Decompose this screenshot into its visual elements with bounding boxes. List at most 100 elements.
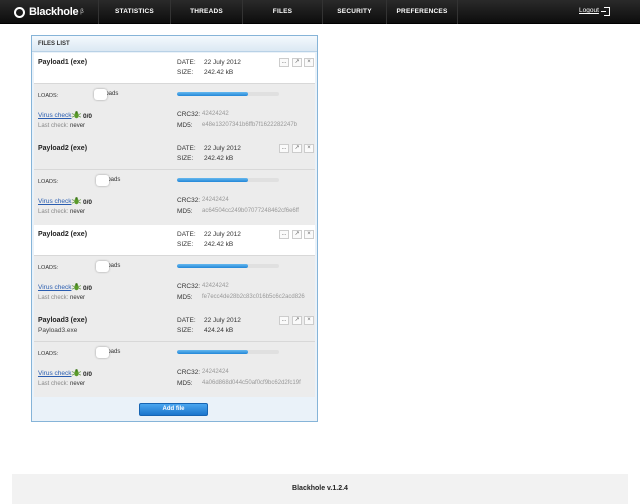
- delete-button[interactable]: ×: [304, 316, 314, 325]
- virus-bug-icon: [72, 283, 81, 291]
- virus-count: 0/0: [83, 113, 93, 120]
- md5-label: MD5:: [177, 208, 193, 215]
- delete-button[interactable]: ×: [304, 58, 314, 67]
- file-details: LOADS: loads Virus check 0/0 Last check: nev…: [34, 342, 315, 397]
- md5-value: fe7ecc4de28b2c83c016b5c6c2acd826: [202, 294, 305, 300]
- more-button[interactable]: ...: [279, 144, 289, 153]
- file-name: Payload3 (exe): [38, 317, 88, 324]
- file-entry: Payload3 (exe) Payload3.exe DATE: 22 July 2…: [34, 311, 315, 397]
- md5-label: MD5:: [177, 294, 193, 301]
- edit-button[interactable]: ↗: [292, 230, 302, 239]
- file-date: 22 July 2012: [204, 231, 241, 238]
- loads-label: LOADS:: [38, 93, 59, 99]
- virus-count: 0/0: [83, 285, 93, 292]
- file-header: Payload2 (exe) DATE: 22 July 2012 SIZE: 242.…: [34, 139, 315, 170]
- last-check-label: Last check:: [38, 209, 69, 215]
- loads-progress-bar: [177, 178, 279, 182]
- more-button[interactable]: ...: [279, 230, 289, 239]
- loads-progress-bar: [177, 350, 279, 354]
- crc-label: CRC32:: [177, 197, 201, 204]
- logout-link[interactable]: Logout: [579, 7, 599, 14]
- blackhole-ring-icon: [14, 6, 25, 18]
- logout-icon[interactable]: [601, 7, 610, 16]
- virus-bug-icon: [72, 111, 81, 119]
- toggle-knob[interactable]: [96, 175, 109, 186]
- logo[interactable]: Blackhole β: [14, 4, 84, 20]
- crc-label: CRC32:: [177, 369, 201, 376]
- last-check-label: Last check:: [38, 123, 69, 129]
- toggle-knob[interactable]: [96, 261, 109, 272]
- file-header: Payload1 (exe) DATE: 22 July 2012 SIZE: 242.…: [34, 53, 315, 84]
- crc-value: 24242424: [202, 197, 229, 203]
- delete-button[interactable]: ×: [304, 144, 314, 153]
- crc-label: CRC32:: [177, 111, 201, 118]
- loads-progress-fill: [177, 350, 249, 354]
- logo-text: Blackhole: [29, 6, 79, 18]
- add-file-button[interactable]: Add file: [139, 403, 208, 416]
- date-label: DATE:: [177, 59, 196, 66]
- virus-check-link[interactable]: Virus check: [38, 370, 71, 377]
- virus-check-link[interactable]: Virus check: [38, 284, 71, 291]
- file-name: Payload2 (exe): [38, 145, 88, 152]
- nav-security[interactable]: SECURITY: [322, 0, 386, 24]
- file-size: 242.42 kB: [204, 69, 234, 76]
- file-filename: Payload3.exe: [38, 327, 78, 334]
- toggle-knob[interactable]: [96, 347, 109, 358]
- loads-toggle[interactable]: loads: [94, 89, 126, 100]
- last-check: Last check: never: [38, 123, 85, 129]
- delete-button[interactable]: ×: [304, 230, 314, 239]
- loads-progress-fill: [177, 178, 249, 182]
- toggle-knob[interactable]: [94, 89, 107, 100]
- file-entry: Payload1 (exe) DATE: 22 July 2012 SIZE: 242.…: [34, 53, 315, 139]
- file-name: Payload1 (exe): [38, 59, 88, 66]
- md5-value: 4a06d868d044c50af0cf9bc62d2fc19f: [202, 380, 301, 386]
- virus-bug-icon: [72, 197, 81, 205]
- files-list-panel: FILES LIST Payload1 (exe) DATE: 22 July 20…: [31, 35, 318, 422]
- date-label: DATE:: [177, 231, 196, 238]
- more-button[interactable]: ...: [279, 58, 289, 67]
- size-label: SIZE:: [177, 69, 194, 76]
- loads-toggle[interactable]: loads: [96, 347, 128, 358]
- edit-button[interactable]: ↗: [292, 58, 302, 67]
- nav-files[interactable]: FILES: [242, 0, 322, 24]
- crc-value: 42424242: [202, 111, 229, 117]
- crc-value: 42424242: [202, 283, 229, 289]
- main-nav: STATISTICS THREADS FILES SECURITY PREFER…: [98, 0, 458, 24]
- nav-preferences[interactable]: PREFERENCES: [386, 0, 458, 24]
- file-size: 242.42 kB: [204, 241, 234, 248]
- edit-button[interactable]: ↗: [292, 316, 302, 325]
- more-button[interactable]: ...: [279, 316, 289, 325]
- last-check-value: never: [70, 209, 86, 215]
- nav-threads[interactable]: THREADS: [170, 0, 242, 24]
- file-details: LOADS: loads Virus check 0/0 Last check: nev…: [34, 256, 315, 311]
- crc-label: CRC32:: [177, 283, 201, 290]
- virus-check-link[interactable]: Virus check: [38, 198, 71, 205]
- last-check-value: never: [70, 381, 86, 387]
- file-date: 22 July 2012: [204, 145, 241, 152]
- last-check: Last check: never: [38, 295, 85, 301]
- loads-progress-fill: [177, 92, 249, 96]
- virus-bug-icon: [72, 369, 81, 377]
- last-check-label: Last check:: [38, 295, 69, 301]
- file-entry: Payload2 (exe) DATE: 22 July 2012 SIZE: 242.…: [34, 225, 315, 311]
- loads-label: LOADS:: [38, 265, 59, 271]
- loads-toggle[interactable]: loads: [96, 261, 128, 272]
- nav-statistics[interactable]: STATISTICS: [98, 0, 170, 24]
- logo-superscript: β: [80, 9, 84, 15]
- loads-toggle[interactable]: loads: [96, 175, 128, 186]
- edit-button[interactable]: ↗: [292, 144, 302, 153]
- virus-count: 0/0: [83, 199, 93, 206]
- loads-progress-bar: [177, 264, 279, 268]
- md5-value: e48e13207341b6ffb7f1622282247b: [202, 122, 297, 128]
- last-check: Last check: never: [38, 209, 85, 215]
- date-label: DATE:: [177, 145, 196, 152]
- loads-label: LOADS:: [38, 179, 59, 185]
- file-date: 22 July 2012: [204, 317, 241, 324]
- last-check: Last check: never: [38, 381, 85, 387]
- virus-check-link[interactable]: Virus check: [38, 112, 71, 119]
- file-details: LOADS: loads Virus check 0/0 Last check: nev…: [34, 170, 315, 225]
- size-label: SIZE:: [177, 155, 194, 162]
- file-date: 22 July 2012: [204, 59, 241, 66]
- size-label: SIZE:: [177, 327, 194, 334]
- panel-title: FILES LIST: [32, 36, 317, 52]
